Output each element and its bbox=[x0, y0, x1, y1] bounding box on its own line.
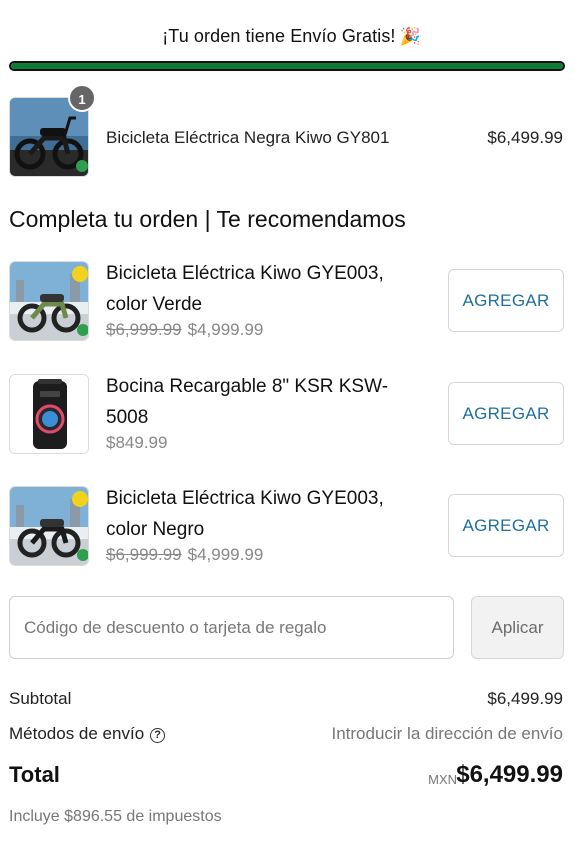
recommendation-thumbnail[interactable] bbox=[9, 486, 89, 566]
recommendation-title[interactable]: Bicicleta Eléctrica Kiwo GYE003, color N… bbox=[106, 483, 426, 545]
speaker-icon bbox=[10, 375, 88, 453]
total-currency: MXN bbox=[428, 772, 457, 787]
recommendation-prices: $849.99 bbox=[106, 433, 167, 453]
question-circle-icon[interactable]: ? bbox=[150, 728, 166, 743]
recommendation-prices: $6,999.99 $4,999.99 bbox=[106, 545, 263, 565]
recommendation-price: $849.99 bbox=[106, 433, 168, 452]
recommendation-title[interactable]: Bicicleta Eléctrica Kiwo GYE003, color V… bbox=[106, 258, 426, 320]
electric-bike-green-icon bbox=[10, 262, 88, 340]
add-recommendation-button[interactable]: AGREGAR bbox=[448, 382, 564, 445]
shipping-methods-row: Métodos de envío? bbox=[9, 724, 166, 744]
cart-item-quantity-badge: 1 bbox=[68, 84, 96, 112]
subtotal-label: Subtotal bbox=[9, 689, 72, 708]
discount-code-input[interactable] bbox=[9, 596, 454, 659]
taxes-note: Incluye $896.55 de impuestos bbox=[9, 808, 222, 825]
recommendation-prices: $6,999.99 $4,999.99 bbox=[106, 320, 263, 340]
party-popper-icon: 🎉 bbox=[399, 27, 421, 46]
add-recommendation-button[interactable]: AGREGAR bbox=[448, 269, 564, 332]
free-shipping-message: ¡Tu orden tiene Envío Gratis! 🎉 bbox=[0, 26, 583, 47]
cart-item-price: $6,499.99 bbox=[487, 128, 563, 147]
recommendations-heading: Completa tu orden | Te recomendamos bbox=[9, 206, 406, 232]
free-shipping-progress-bar bbox=[9, 61, 565, 71]
recommendation-thumbnail[interactable] bbox=[9, 261, 89, 341]
subtotal-value: $6,499.99 bbox=[487, 689, 563, 708]
recommendation-old-price: $6,999.99 bbox=[106, 320, 182, 339]
electric-bike-black-icon bbox=[10, 487, 88, 565]
cart-item-name: Bicicleta Eléctrica Negra Kiwo GY801 bbox=[106, 128, 390, 147]
recommendation-thumbnail[interactable] bbox=[9, 374, 89, 454]
recommendation-old-price: $6,999.99 bbox=[106, 545, 182, 564]
recommendation-price: $4,999.99 bbox=[187, 545, 264, 564]
recommendation-price: $4,999.99 bbox=[187, 320, 264, 339]
recommendation-title[interactable]: Bocina Recargable 8" KSR KSW-5008 bbox=[106, 371, 426, 433]
free-shipping-text: ¡Tu orden tiene Envío Gratis! bbox=[162, 26, 396, 46]
free-shipping-progress-fill bbox=[11, 63, 563, 69]
shipping-address-prompt: Introducir la dirección de envío bbox=[331, 724, 563, 743]
total-value: $6,499.99 bbox=[456, 761, 563, 788]
free-shipping-banner: ¡Tu orden tiene Envío Gratis! 🎉 bbox=[0, 0, 583, 80]
total-label: Total bbox=[9, 762, 60, 787]
apply-discount-button[interactable]: Aplicar bbox=[471, 596, 564, 659]
add-recommendation-button[interactable]: AGREGAR bbox=[448, 494, 564, 557]
shipping-methods-label: Métodos de envío bbox=[9, 724, 145, 743]
